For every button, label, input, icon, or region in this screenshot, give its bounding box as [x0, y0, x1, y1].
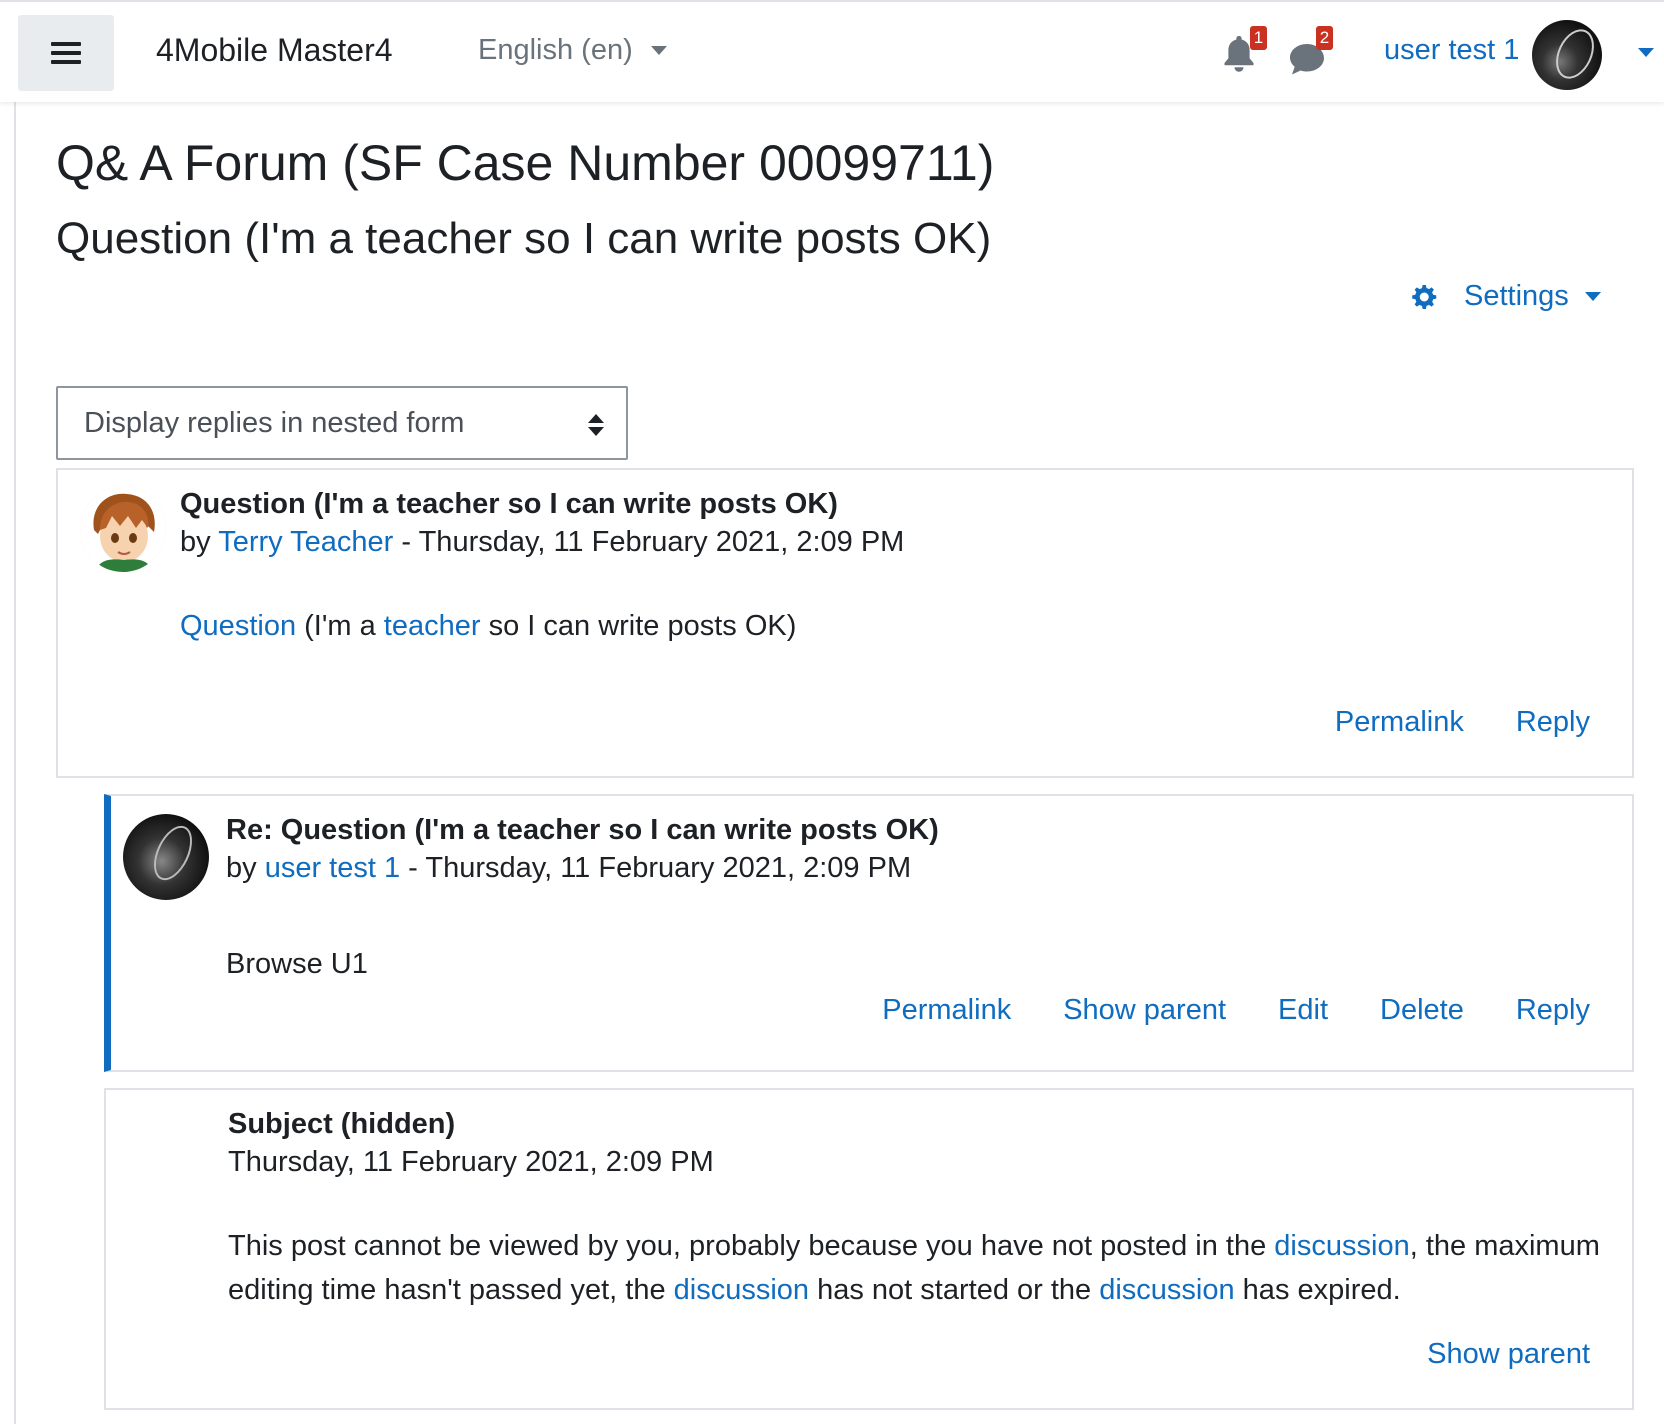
content-text: so I can write posts OK): [480, 610, 797, 642]
post-byline: by Terry Teacher - Thursday, 11 February…: [180, 526, 904, 559]
page-title: Q& A Forum (SF Case Number 00099711): [56, 135, 995, 191]
content-text: (I'm a: [296, 610, 384, 642]
glossary-link[interactable]: discussion: [674, 1274, 809, 1306]
author-link[interactable]: user test 1: [265, 852, 400, 884]
show-parent-link[interactable]: Show parent: [1427, 1338, 1590, 1371]
author-avatar[interactable]: [123, 814, 209, 900]
messages-count-badge: 2: [1316, 26, 1333, 50]
post-actions: Show parent: [1427, 1338, 1590, 1371]
delete-link[interactable]: Delete: [1380, 994, 1464, 1027]
forum-post-original: Question (I'm a teacher so I can write p…: [56, 468, 1634, 778]
post-subject: Question (I'm a teacher so I can write p…: [180, 488, 838, 520]
user-menu-name[interactable]: user test 1: [1384, 34, 1519, 67]
glossary-link[interactable]: teacher: [384, 610, 481, 642]
post-subject: Re: Question (I'm a teacher so I can wri…: [226, 814, 939, 846]
post-date: Thursday, 11 February 2021, 2:09 PM: [228, 1146, 714, 1178]
language-menu[interactable]: English (en): [478, 34, 667, 67]
select-arrows-icon: [588, 414, 604, 436]
drawer-edge-divider: [14, 102, 16, 1424]
glossary-link[interactable]: discussion: [1099, 1274, 1234, 1306]
post-date: - Thursday, 11 February 2021, 2:09 PM: [408, 852, 912, 884]
language-label: English (en): [478, 34, 633, 66]
chevron-down-icon: [650, 46, 667, 55]
reply-link[interactable]: Reply: [1516, 706, 1590, 739]
post-actions: Permalink Show parent Edit Delete Reply: [882, 994, 1590, 1027]
by-label: by: [226, 852, 257, 884]
show-parent-link[interactable]: Show parent: [1063, 994, 1226, 1027]
edit-link[interactable]: Edit: [1278, 994, 1328, 1027]
notifications-count-badge: 1: [1250, 26, 1267, 50]
notifications-button[interactable]: 1: [1222, 26, 1272, 76]
glossary-link[interactable]: discussion: [1274, 1230, 1409, 1262]
post-byline: by user test 1 - Thursday, 11 February 2…: [226, 852, 911, 885]
post-date: - Thursday, 11 February 2021, 2:09 PM: [401, 526, 905, 558]
forum-post-reply: Re: Question (I'm a teacher so I can wri…: [104, 794, 1634, 1072]
user-menu-toggle[interactable]: [1638, 44, 1654, 62]
post-content: Browse U1: [226, 948, 368, 980]
site-name-link[interactable]: 4Mobile Master4: [156, 32, 393, 69]
settings-label: Settings: [1464, 280, 1569, 312]
content-text: has expired.: [1234, 1274, 1401, 1306]
settings-menu-button[interactable]: Settings: [1410, 280, 1601, 313]
post-subject: Subject (hidden): [228, 1108, 456, 1140]
post-actions: Permalink Reply: [1335, 706, 1590, 739]
post-content: This post cannot be viewed by you, proba…: [228, 1224, 1618, 1312]
gear-icon: [1412, 284, 1437, 309]
content-text: has not started or the: [809, 1274, 1100, 1306]
author-link[interactable]: Terry Teacher: [218, 526, 393, 558]
chevron-down-icon: [1584, 292, 1601, 301]
chevron-down-icon: [1638, 48, 1654, 57]
glossary-link[interactable]: Question: [180, 610, 296, 642]
post-content: Question (I'm a teacher so I can write p…: [180, 604, 796, 648]
top-navbar: 4Mobile Master4 English (en) 1 2 user te…: [0, 0, 1664, 102]
hamburger-icon: [51, 42, 81, 64]
by-label: by: [180, 526, 211, 558]
display-mode-selected: Display replies in nested form: [84, 406, 465, 439]
messages-button[interactable]: 2: [1288, 26, 1338, 76]
anime-boy-avatar-icon: [80, 486, 166, 572]
author-avatar[interactable]: [80, 486, 166, 572]
display-mode-select[interactable]: Display replies in nested form: [56, 386, 628, 460]
permalink-link[interactable]: Permalink: [882, 994, 1011, 1027]
user-avatar[interactable]: [1532, 20, 1602, 90]
discussion-title: Question (I'm a teacher so I can write p…: [56, 214, 992, 263]
forum-post-hidden: Subject (hidden) Thursday, 11 February 2…: [104, 1088, 1634, 1410]
side-drawer-toggle-button[interactable]: [18, 15, 114, 91]
content-text: This post cannot be viewed by you, proba…: [228, 1230, 1275, 1262]
permalink-link[interactable]: Permalink: [1335, 706, 1464, 739]
reply-link[interactable]: Reply: [1516, 994, 1590, 1027]
